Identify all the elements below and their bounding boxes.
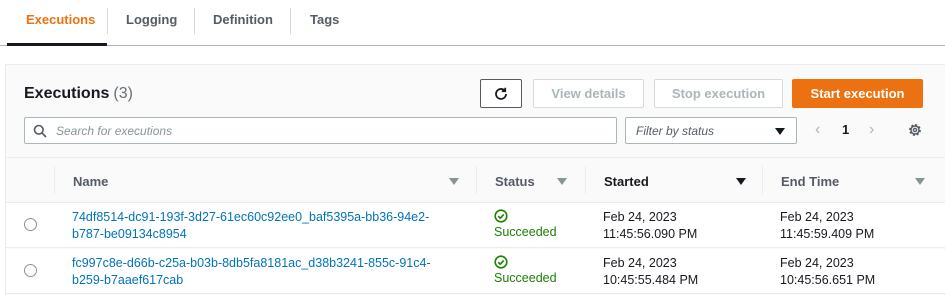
status-text: Succeeded: [494, 225, 557, 239]
end-date: Feb 24, 2023: [780, 256, 854, 270]
status-text: Succeeded: [494, 271, 557, 285]
started-date: Feb 24, 2023: [603, 210, 677, 224]
tab-divider: [290, 8, 291, 34]
view-details-button[interactable]: View details: [533, 79, 644, 108]
sort-caret-icon[interactable]: [736, 178, 746, 185]
row-select-radio[interactable]: [24, 218, 37, 231]
current-page-number[interactable]: 1: [842, 122, 849, 137]
search-placeholder: Search for executions: [56, 124, 173, 138]
status-cell: Succeeded: [494, 255, 557, 287]
column-header-status[interactable]: Status: [495, 174, 535, 189]
status-filter-select[interactable]: Filter by status: [625, 117, 797, 144]
execution-name-line: b787-be09134c8954: [72, 227, 187, 241]
tab-divider: [107, 8, 108, 34]
table-row: 74df8514-dc91-193f-3d27-61ec60c92ee0_baf…: [6, 203, 945, 248]
column-divider: [585, 166, 586, 194]
filter-placeholder: Filter by status: [636, 124, 715, 138]
search-icon: [33, 124, 47, 138]
start-execution-button[interactable]: Start execution: [792, 79, 923, 108]
end-time: 11:45:59.409 PM: [780, 227, 875, 241]
next-page-button[interactable]: ›: [869, 122, 874, 138]
end-time: 10:45:56.651 PM: [780, 273, 876, 287]
panel-title: Executions (3): [24, 85, 133, 103]
column-divider: [762, 166, 763, 194]
tab-definition[interactable]: Definition: [213, 12, 273, 28]
started-time: 10:45:55.484 PM: [603, 273, 699, 287]
previous-page-button[interactable]: ‹: [815, 122, 820, 138]
end-time-cell: Feb 24, 2023 11:45:59.409 PM: [780, 209, 874, 243]
caret-down-icon: [775, 128, 785, 135]
tab-logging[interactable]: Logging: [126, 12, 177, 28]
started-cell: Feb 24, 2023 10:45:55.484 PM: [603, 255, 698, 289]
check-circle-icon: [494, 209, 508, 223]
refresh-button[interactable]: [480, 79, 522, 108]
tab-bar: Executions Logging Definition Tags: [0, 0, 945, 46]
started-date: Feb 24, 2023: [603, 256, 677, 270]
sort-caret-icon[interactable]: [915, 178, 925, 185]
tab-tags[interactable]: Tags: [310, 12, 339, 28]
tab-executions[interactable]: Executions: [26, 12, 95, 28]
status-cell: Succeeded: [494, 209, 557, 241]
table-header: Name Status Started End Time: [6, 157, 945, 203]
column-header-end-time[interactable]: End Time: [781, 174, 839, 189]
execution-name-line: fc997c8e-d66b-c25a-b03b-8db5fa8181ac_d38…: [72, 256, 431, 270]
execution-name-link[interactable]: fc997c8e-d66b-c25a-b03b-8db5fa8181ac_d38…: [72, 255, 472, 289]
started-cell: Feb 24, 2023 11:45:56.090 PM: [603, 209, 697, 243]
panel-title-text: Executions: [24, 85, 110, 102]
sort-caret-icon[interactable]: [449, 178, 459, 185]
execution-name-link[interactable]: 74df8514-dc91-193f-3d27-61ec60c92ee0_baf…: [72, 209, 472, 243]
execution-name-line: 74df8514-dc91-193f-3d27-61ec60c92ee0_baf…: [72, 210, 430, 224]
column-divider: [54, 166, 55, 194]
search-input[interactable]: Search for executions: [24, 117, 617, 144]
end-time-cell: Feb 24, 2023 10:45:56.651 PM: [780, 255, 875, 289]
execution-name-line: b259-b7aaef617cab: [72, 273, 184, 287]
check-circle-icon: [494, 255, 508, 269]
gear-icon[interactable]: [907, 122, 923, 138]
active-tab-indicator: [7, 43, 107, 46]
started-time: 11:45:56.090 PM: [603, 227, 698, 241]
panel-header: Executions (3) View details Stop executio…: [6, 65, 945, 157]
execution-count: (3): [113, 85, 133, 102]
column-header-name[interactable]: Name: [73, 174, 108, 189]
end-date: Feb 24, 2023: [780, 210, 854, 224]
column-divider: [476, 166, 477, 194]
column-header-started[interactable]: Started: [604, 174, 649, 189]
executions-panel: Executions (3) View details Stop executio…: [5, 64, 945, 295]
row-select-radio[interactable]: [24, 264, 37, 277]
table-row: fc997c8e-d66b-c25a-b03b-8db5fa8181ac_d38…: [6, 249, 945, 294]
sort-caret-icon[interactable]: [557, 178, 567, 185]
refresh-icon: [495, 87, 507, 100]
stop-execution-button[interactable]: Stop execution: [654, 79, 783, 108]
tab-divider: [194, 8, 195, 34]
